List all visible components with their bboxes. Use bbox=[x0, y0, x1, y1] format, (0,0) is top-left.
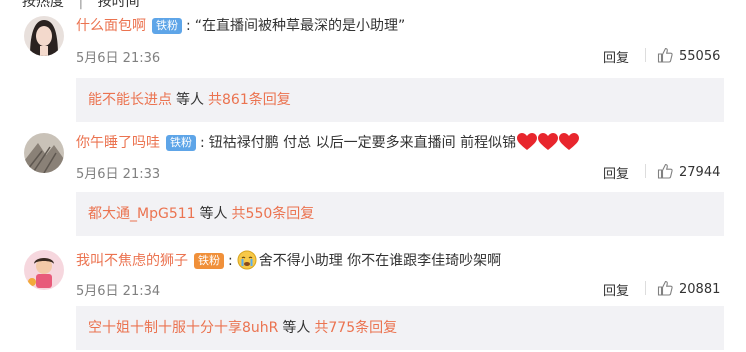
sort-separator: | bbox=[78, 0, 84, 10]
comment-header: 我叫不焦虑的狮子 铁粉: 舍不得小助理 你不在谁跟李佳琦吵架啊 bbox=[76, 250, 501, 271]
like-count: 55056 bbox=[679, 49, 721, 64]
heart-icon bbox=[517, 133, 538, 150]
colon: : bbox=[186, 18, 191, 34]
reply-mid-text: 等人 bbox=[176, 92, 204, 108]
reply-username[interactable]: 能不能长进点 bbox=[88, 92, 172, 108]
like-button[interactable]: 55056 bbox=[657, 47, 720, 64]
reply-count-link[interactable]: 共775条回复 bbox=[314, 320, 397, 336]
fan-badge[interactable]: 铁粉 bbox=[194, 253, 224, 269]
heart-icon bbox=[538, 133, 559, 150]
like-count: 27944 bbox=[679, 165, 721, 180]
avatar[interactable] bbox=[24, 250, 64, 290]
reply-preview[interactable]: 都大通_MpG511 等人 共550条回复 bbox=[76, 192, 724, 236]
colon: : bbox=[200, 135, 205, 151]
like-button[interactable]: 20881 bbox=[657, 280, 720, 297]
thumbs-up-icon bbox=[657, 163, 673, 179]
comment-text: 舍不得小助理 你不在谁跟李佳琦吵架啊 bbox=[258, 253, 502, 269]
username-link[interactable]: 什么面包啊 bbox=[76, 18, 146, 34]
reply-button[interactable]: 回复 bbox=[603, 47, 629, 66]
divider bbox=[645, 48, 646, 62]
thumbs-up-icon bbox=[657, 280, 673, 296]
divider bbox=[645, 281, 646, 295]
like-count: 20881 bbox=[679, 282, 721, 297]
avatar[interactable] bbox=[24, 133, 64, 173]
sort-by-hot[interactable]: 按热度 bbox=[22, 0, 64, 10]
comment-text: 钮祜禄付鹏 付总 以后一定要多来直播间 前程似锦 bbox=[208, 135, 517, 151]
comment-time: 5月6日 21:34 bbox=[76, 284, 161, 299]
reply-preview[interactable]: 空十姐十制十服十分十享8uhR 等人 共775条回复 bbox=[76, 306, 724, 350]
heart-icon bbox=[559, 133, 580, 150]
sort-bar: 按热度 | 按时间 bbox=[22, 0, 140, 11]
reply-mid-text: 等人 bbox=[199, 206, 228, 222]
colon: : bbox=[228, 253, 233, 269]
avatar[interactable] bbox=[24, 16, 64, 56]
fan-badge[interactable]: 铁粉 bbox=[152, 18, 182, 34]
crying-face-icon bbox=[237, 250, 257, 270]
username-link[interactable]: 我叫不焦虑的狮子 bbox=[76, 253, 188, 269]
comment-time: 5月6日 21:33 bbox=[76, 167, 161, 182]
thumbs-up-icon bbox=[657, 47, 673, 63]
reply-username[interactable]: 都大通_MpG511 bbox=[88, 206, 196, 222]
reply-preview[interactable]: 能不能长进点 等人 共861条回复 bbox=[76, 78, 724, 122]
reply-button[interactable]: 回复 bbox=[603, 280, 629, 299]
reply-button[interactable]: 回复 bbox=[603, 163, 629, 182]
sort-by-time[interactable]: 按时间 bbox=[98, 0, 140, 10]
reply-username[interactable]: 空十姐十制十服十分十享8uhR bbox=[88, 320, 278, 336]
comment-header: 什么面包啊 铁粉: “在直播间被种草最深的是小助理” bbox=[76, 16, 405, 36]
reply-mid-text: 等人 bbox=[282, 320, 311, 336]
comment-text: “在直播间被种草最深的是小助理” bbox=[194, 18, 406, 34]
comment-time: 5月6日 21:36 bbox=[76, 51, 161, 66]
heart-emoji-group bbox=[516, 133, 580, 151]
fan-badge[interactable]: 铁粉 bbox=[166, 135, 196, 151]
divider bbox=[645, 164, 646, 178]
comment-header: 你午睡了吗哇 铁粉: 钮祜禄付鹏 付总 以后一定要多来直播间 前程似锦 bbox=[76, 133, 580, 153]
reply-count-link[interactable]: 共550条回复 bbox=[232, 206, 315, 222]
reply-count-link[interactable]: 共861条回复 bbox=[208, 92, 291, 108]
like-button[interactable]: 27944 bbox=[657, 163, 720, 180]
username-link[interactable]: 你午睡了吗哇 bbox=[76, 135, 160, 151]
